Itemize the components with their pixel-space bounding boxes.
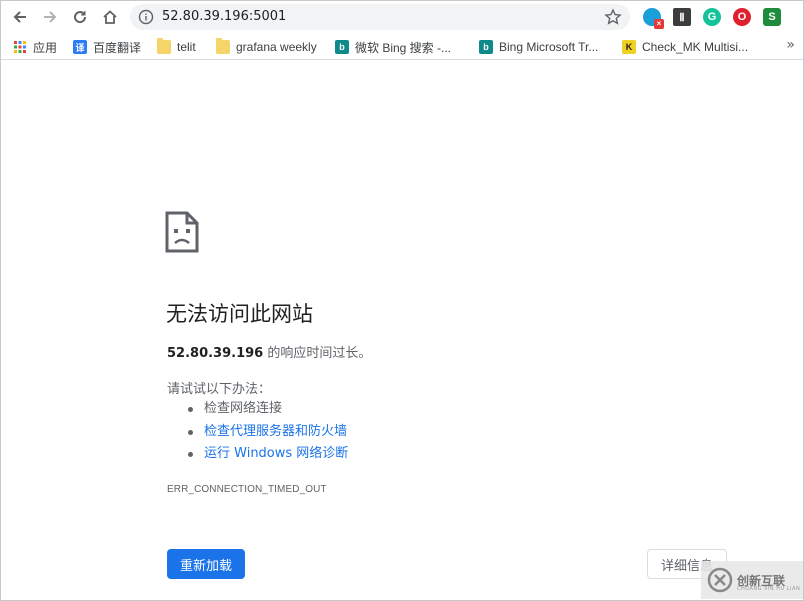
bing-icon: b (479, 40, 493, 54)
apps-grid-icon (13, 40, 27, 54)
bookmark-grafana-weekly[interactable]: grafana weekly (216, 38, 317, 56)
error-host: 52.80.39.196 (167, 346, 264, 361)
bookmark-label: 应用 (33, 40, 58, 55)
browser-toolbar: 52.80.39.196:5001 × Ⅱ G O S (1, 1, 803, 33)
checkmk-icon: K (622, 40, 636, 54)
bookmarks-overflow-icon[interactable]: » (786, 37, 795, 53)
bookmark-label: telit (177, 40, 196, 54)
star-icon[interactable] (604, 8, 622, 26)
url-text[interactable]: 52.80.39.196:5001 (162, 9, 286, 24)
bookmark-label: grafana weekly (236, 40, 317, 54)
bookmark-label: Bing Microsoft Tr... (499, 40, 599, 54)
error-code: ERR_CONNECTION_TIMED_OUT (167, 484, 327, 495)
home-button[interactable] (99, 6, 121, 28)
bookmark-bing-translator[interactable]: b Bing Microsoft Tr... (479, 38, 598, 56)
error-description: 52.80.39.196 的响应时间过长。 (167, 342, 371, 361)
extension-script-icon[interactable]: S (763, 8, 781, 26)
bookmark-label: Check_MK Multisi... (642, 40, 749, 54)
arrow-left-icon (13, 11, 26, 23)
watermark-subtext: CHUANG XIN HU LIAN (737, 586, 801, 592)
watermark-logo: 创新互联 CHUANG XIN HU LIAN (701, 561, 803, 599)
bookmark-telit[interactable]: telit (157, 38, 196, 56)
extension-pause-icon[interactable]: Ⅱ (673, 8, 691, 26)
bookmark-checkmk[interactable]: K Check_MK Multisi... (622, 38, 748, 56)
suggestion-run-diagnostics-link[interactable]: 运行 Windows 网络诊断 (186, 444, 348, 467)
bookmarks-bar: 应用 译 百度翻译 telit grafana weekly b 微软 Bing… (1, 33, 803, 60)
extension-translate-icon[interactable]: × (643, 8, 664, 29)
suggestions-list: 检查网络连接 检查代理服务器和防火墙 运行 Windows 网络诊断 (186, 399, 348, 467)
reload-page-button[interactable] (69, 6, 91, 28)
address-bar[interactable]: 52.80.39.196:5001 (130, 4, 630, 30)
reload-button[interactable]: 重新加载 (167, 549, 245, 579)
folder-icon (216, 38, 230, 54)
bookmark-baidu-translate[interactable]: 译 百度翻译 (73, 38, 141, 56)
bookmark-label: 微软 Bing 搜索 -... (355, 40, 452, 55)
back-button[interactable] (9, 6, 31, 28)
error-title: 无法访问此网站 (166, 302, 313, 326)
bing-icon: b (335, 40, 349, 54)
suggestion-check-proxy-link[interactable]: 检查代理服务器和防火墙 (186, 422, 348, 445)
suggestions-heading: 请试试以下办法： (167, 382, 272, 397)
sad-page-icon (165, 211, 199, 253)
baidu-translate-icon: 译 (73, 40, 87, 54)
logo-icon (707, 567, 733, 593)
extension-opera-icon[interactable]: O (733, 8, 751, 26)
suggestion-check-connection: 检查网络连接 (186, 399, 348, 422)
folder-icon (157, 38, 171, 54)
info-icon[interactable] (138, 9, 154, 25)
bookmark-bing-search[interactable]: b 微软 Bing 搜索 -... (335, 38, 451, 56)
error-description-text: 的响应时间过长。 (263, 346, 372, 361)
extension-grammarly-icon[interactable]: G (703, 8, 721, 26)
reload-icon (74, 11, 87, 24)
arrow-right-icon (44, 11, 57, 23)
bookmark-label: 百度翻译 (93, 40, 142, 55)
bookmark-apps[interactable]: 应用 (13, 38, 57, 56)
home-icon (103, 10, 117, 24)
forward-button[interactable] (39, 6, 61, 28)
